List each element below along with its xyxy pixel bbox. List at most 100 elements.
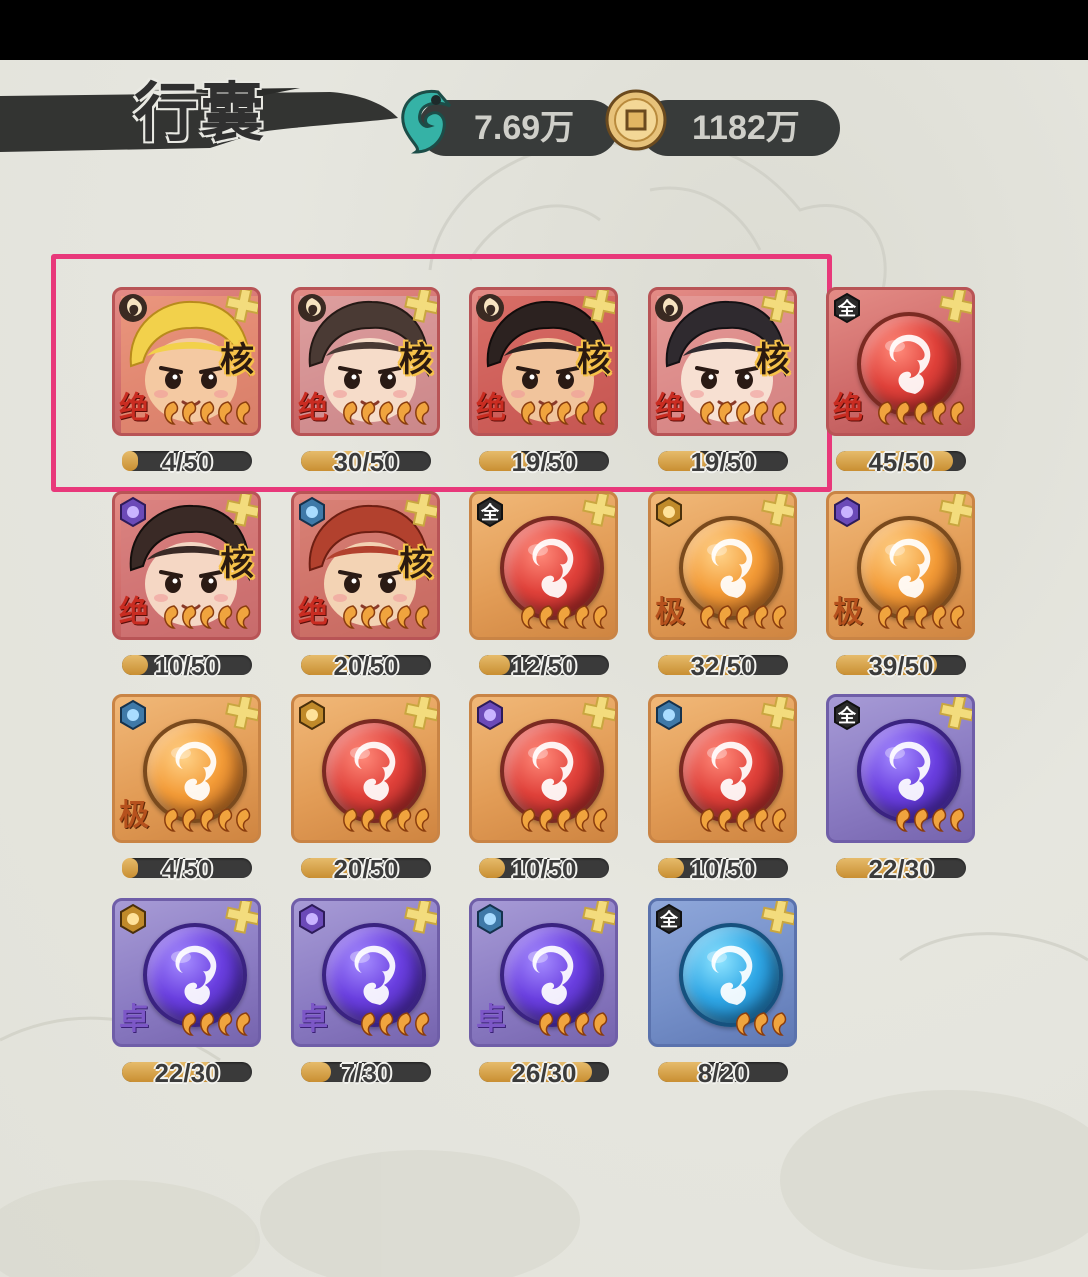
item-tile[interactable] (291, 694, 440, 843)
jade-icon (394, 86, 456, 158)
pip-icon (217, 808, 234, 832)
coin-currency-pill[interactable]: 1182万 (640, 100, 840, 156)
item-tile[interactable]: 全 (648, 898, 797, 1047)
pip-icon (574, 401, 591, 425)
item-tile[interactable]: 核绝 (291, 287, 440, 436)
item-tile[interactable]: 核绝 (648, 287, 797, 436)
purple-icon (117, 496, 149, 528)
coin-icon (604, 88, 668, 156)
all-faction-badge: 全 (831, 699, 863, 731)
item-tile[interactable]: 卓 (112, 898, 261, 1047)
pip-icon (895, 401, 912, 425)
progress-bar: 19/50 (479, 447, 609, 477)
pip-icon (396, 605, 413, 629)
pip-icon (181, 401, 198, 425)
pip-icon (199, 605, 216, 629)
item-tile[interactable]: 全 (826, 694, 975, 843)
blue-icon (117, 699, 149, 731)
pip-icon (217, 605, 234, 629)
progress-label: 22/30 (868, 854, 934, 884)
item-tile[interactable]: 全 (469, 491, 618, 640)
upgrade-plus-icon[interactable] (760, 901, 794, 935)
item-tile[interactable] (469, 694, 618, 843)
upgrade-plus-icon[interactable] (581, 901, 615, 935)
pip-icon (378, 401, 395, 425)
upgrade-plus-icon[interactable] (403, 901, 437, 935)
progress-bar: 12/50 (479, 651, 609, 681)
upgrade-plus-icon[interactable] (938, 494, 972, 528)
pip-icon (163, 605, 180, 629)
star-pips (877, 605, 966, 629)
pip-icon (753, 605, 770, 629)
swirl-icon (350, 741, 396, 801)
upgrade-plus-icon[interactable] (403, 494, 437, 528)
pip-icon (556, 605, 573, 629)
upgrade-plus-icon[interactable] (581, 697, 615, 731)
star-pips (342, 808, 431, 832)
pip-icon (913, 401, 930, 425)
pip-icon (913, 808, 930, 832)
upgrade-plus-icon[interactable] (224, 697, 258, 731)
upgrade-plus-icon[interactable] (938, 290, 972, 324)
upgrade-plus-icon[interactable] (760, 494, 794, 528)
item-tile[interactable]: 核绝 (291, 491, 440, 640)
star-pips (163, 808, 252, 832)
item-tile[interactable]: 核绝 (112, 287, 261, 436)
upgrade-plus-icon[interactable] (224, 494, 258, 528)
swirl-icon (350, 945, 396, 1005)
progress-label: 10/50 (690, 854, 756, 884)
upgrade-plus-icon[interactable] (403, 697, 437, 731)
upgrade-plus-icon[interactable] (938, 697, 972, 731)
pip-icon (163, 401, 180, 425)
item-tile[interactable]: 核绝 (112, 491, 261, 640)
star-pips (342, 605, 431, 629)
item-tile[interactable]: 核绝 (469, 287, 618, 436)
progress-bar: 10/50 (479, 854, 609, 884)
progress-bar: 8/20 (658, 1058, 788, 1088)
pip-icon (949, 605, 966, 629)
pip-icon (753, 1012, 770, 1036)
upgrade-plus-icon[interactable] (224, 290, 258, 324)
progress-label: 20/50 (333, 651, 399, 681)
star-pips (699, 605, 788, 629)
item-tile[interactable]: 卓 (469, 898, 618, 1047)
item-tile[interactable]: 极 (112, 694, 261, 843)
pip-icon (699, 808, 716, 832)
item-tile[interactable]: 极 (826, 491, 975, 640)
star-pips (538, 1012, 609, 1036)
badge-label: 全 (838, 299, 856, 320)
upgrade-plus-icon[interactable] (760, 697, 794, 731)
item-tile[interactable] (648, 694, 797, 843)
pip-icon (717, 401, 734, 425)
pip-icon (342, 401, 359, 425)
pip-icon (556, 1012, 573, 1036)
grade-tag: 极 (655, 595, 685, 630)
upgrade-plus-icon[interactable] (224, 901, 258, 935)
item-tile[interactable]: 卓 (291, 898, 440, 1047)
pip-icon (699, 401, 716, 425)
progress-bar: 26/30 (479, 1058, 609, 1088)
upgrade-plus-icon[interactable] (760, 290, 794, 324)
gold-icon (296, 699, 328, 731)
pip-icon (378, 605, 395, 629)
upgrade-plus-icon[interactable] (581, 290, 615, 324)
progress-label: 26/30 (511, 1058, 577, 1088)
item-tile[interactable]: 极 (648, 491, 797, 640)
pip-icon (520, 605, 537, 629)
pip-icon (342, 605, 359, 629)
swirl-icon (707, 538, 753, 598)
pip-icon (931, 401, 948, 425)
grade-tag: 极 (119, 798, 149, 833)
pip-icon (538, 1012, 555, 1036)
pip-icon (753, 808, 770, 832)
flame-spiral-icon (117, 292, 149, 324)
upgrade-plus-icon[interactable] (403, 290, 437, 324)
badge-label: 全 (838, 706, 856, 727)
pip-icon (360, 808, 377, 832)
pip-icon (699, 605, 716, 629)
item-tile[interactable]: 全绝 (826, 287, 975, 436)
upgrade-plus-icon[interactable] (581, 494, 615, 528)
pip-icon (771, 605, 788, 629)
star-pips (342, 401, 431, 425)
grade-tag: 卓 (119, 1002, 149, 1037)
